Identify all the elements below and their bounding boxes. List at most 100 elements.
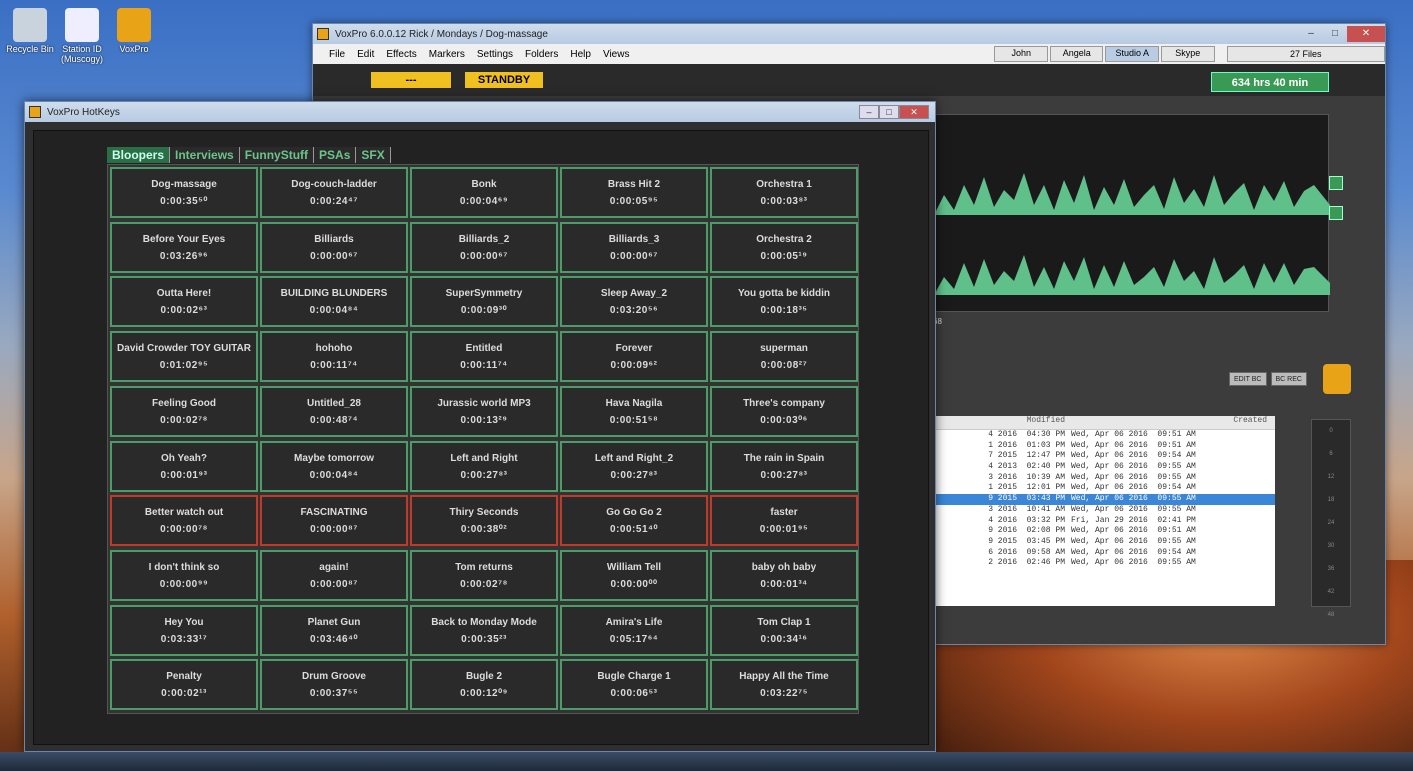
taskbar[interactable] bbox=[0, 752, 1413, 771]
hotkey-cell[interactable]: Dog-massage 0:00:35⁵⁰ bbox=[110, 167, 258, 218]
hotkey-cell[interactable]: Maybe tomorrow 0:00:04⁸⁴ bbox=[260, 440, 408, 492]
voxpro-shortcut[interactable]: VoxPro bbox=[104, 8, 164, 54]
tab-bloopers[interactable]: Bloopers bbox=[107, 147, 171, 163]
hotkey-cell[interactable]: Outta Here! 0:00:02⁶³ bbox=[110, 276, 258, 328]
hotkey-cell[interactable]: Tom Clap 1 0:00:34¹⁶ bbox=[710, 604, 858, 656]
hotkey-cell[interactable]: Left and Right 0:00:27⁸³ bbox=[410, 440, 558, 492]
minimize-button[interactable]: – bbox=[1299, 26, 1323, 42]
column-modified[interactable]: Modified bbox=[935, 416, 1071, 429]
bc-rec-button[interactable]: BC REC bbox=[1270, 372, 1307, 386]
hotkey-cell[interactable]: David Crowder TOY GUITAR 0:01:02⁹⁵ bbox=[110, 331, 258, 383]
column-created[interactable]: Created bbox=[1071, 416, 1271, 429]
hotkey-cell[interactable]: Before Your Eyes 0:03:26⁹⁶ bbox=[110, 221, 258, 273]
hotkey-cell[interactable]: Hava Nagila 0:00:51⁵⁸ bbox=[560, 385, 708, 437]
table-row[interactable]: 4 2016 03:32 PM Fri, Jan 29 2016 02:41 PM bbox=[935, 516, 1275, 527]
hotkey-cell[interactable]: Entitled 0:00:11⁷⁴ bbox=[410, 331, 558, 383]
recycle-bin-shortcut[interactable]: Recycle Bin bbox=[0, 8, 60, 54]
hotkey-cell[interactable]: Orchestra 1 0:00:03⁸³ bbox=[710, 167, 858, 218]
hotkey-cell[interactable]: Dog-couch-ladder 0:00:24⁴⁷ bbox=[260, 167, 408, 218]
hotkeys-title-bar[interactable]: VoxPro HotKeys – □ ✕ bbox=[25, 102, 935, 122]
hotkey-cell[interactable]: Billiards_2 0:00:00⁶⁷ bbox=[410, 221, 558, 273]
hotkey-cell[interactable]: You gotta be kiddin 0:00:18³⁵ bbox=[710, 276, 858, 328]
hotkey-cell[interactable]: faster 0:00:01⁹⁵ bbox=[710, 495, 858, 547]
tab-sfx[interactable]: SFX bbox=[356, 147, 391, 163]
tab-funnystuff[interactable]: FunnyStuff bbox=[239, 147, 315, 163]
hotkey-cell[interactable]: Amira's Life 0:05:17⁶⁴ bbox=[560, 604, 708, 656]
hotkey-cell[interactable]: FASCINATING 0:00:00⁸⁷ bbox=[260, 495, 408, 547]
zoom-in-button[interactable] bbox=[1329, 176, 1343, 190]
table-row[interactable]: 6 2016 09:58 AM Wed, Apr 06 2016 09:54 AM bbox=[935, 548, 1275, 559]
table-row[interactable]: 9 2015 03:43 PM Wed, Apr 06 2016 09:55 AM bbox=[935, 494, 1275, 505]
file-table[interactable]: Modified Created 4 2016 04:30 PM Wed, Apr … bbox=[935, 416, 1275, 606]
menu-settings[interactable]: Settings bbox=[477, 49, 513, 60]
hotkey-cell[interactable]: hohoho 0:00:11⁷⁴ bbox=[260, 331, 408, 383]
maximize-button[interactable]: □ bbox=[1323, 26, 1347, 42]
menu-effects[interactable]: Effects bbox=[386, 49, 416, 60]
table-row[interactable]: 1 2016 01:03 PM Wed, Apr 06 2016 09:51 AM bbox=[935, 441, 1275, 452]
table-row[interactable]: 7 2015 12:47 PM Wed, Apr 06 2016 09:54 AM bbox=[935, 451, 1275, 462]
hotkey-cell[interactable]: superman 0:00:08²⁷ bbox=[710, 331, 858, 383]
table-row[interactable]: 4 2013 02:40 PM Wed, Apr 06 2016 09:55 AM bbox=[935, 462, 1275, 473]
hotkey-cell[interactable]: Better watch out 0:00:00⁷⁸ bbox=[110, 495, 258, 547]
hotkey-cell[interactable]: SuperSymmetry 0:00:09³⁰ bbox=[410, 276, 558, 328]
menu-views[interactable]: Views bbox=[603, 49, 630, 60]
hotkey-cell[interactable]: again! 0:00:00⁸⁷ bbox=[260, 549, 408, 601]
hotkey-cell[interactable]: Oh Yeah? 0:00:01⁹³ bbox=[110, 440, 258, 492]
tab-interviews[interactable]: Interviews bbox=[170, 147, 240, 163]
hotkey-cell[interactable]: The rain in Spain 0:00:27⁸³ bbox=[710, 440, 858, 492]
hotkey-cell[interactable]: Planet Gun 0:03:46⁴⁰ bbox=[260, 604, 408, 656]
hotkey-cell[interactable]: Feeling Good 0:00:02⁷⁸ bbox=[110, 385, 258, 437]
hotkeys-maximize-button[interactable]: □ bbox=[879, 105, 899, 119]
microphone-icon[interactable] bbox=[1322, 364, 1351, 394]
hotkey-cell[interactable]: Billiards_3 0:00:00⁶⁷ bbox=[560, 221, 708, 273]
user-button-skype[interactable]: Skype bbox=[1161, 46, 1215, 62]
hotkey-cell[interactable]: Orchestra 2 0:00:05¹⁹ bbox=[710, 221, 858, 273]
table-row[interactable]: 3 2016 10:39 AM Wed, Apr 06 2016 09:55 AM bbox=[935, 473, 1275, 484]
hotkeys-close-button[interactable]: ✕ bbox=[899, 105, 929, 119]
hotkey-cell[interactable]: Bonk 0:00:04⁶⁹ bbox=[410, 167, 558, 218]
edit-bc-button[interactable]: EDIT BC bbox=[1229, 372, 1267, 386]
table-row[interactable]: 1 2015 12:01 PM Wed, Apr 06 2016 09:54 AM bbox=[935, 483, 1275, 494]
menu-file[interactable]: File bbox=[329, 49, 345, 60]
table-row[interactable]: 3 2016 10:41 AM Wed, Apr 06 2016 09:55 AM bbox=[935, 505, 1275, 516]
hotkey-cell[interactable]: Brass Hit 2 0:00:05⁹⁵ bbox=[560, 167, 708, 218]
hotkey-cell[interactable]: Untitled_28 0:00:48⁷⁴ bbox=[260, 385, 408, 437]
hotkey-cell[interactable]: Drum Groove 0:00:37⁵⁵ bbox=[260, 659, 408, 711]
hotkey-cell[interactable]: Tom returns 0:00:02⁷⁸ bbox=[410, 549, 558, 601]
station-id-shortcut[interactable]: Station ID (Muscogy) bbox=[52, 8, 112, 64]
table-row[interactable]: 2 2016 02:46 PM Wed, Apr 06 2016 09:55 AM bbox=[935, 558, 1275, 569]
main-title-bar[interactable]: VoxPro 6.0.0.12 Rick / Mondays / Dog-mas… bbox=[313, 24, 1385, 44]
waveform-panel[interactable] bbox=[933, 114, 1330, 312]
hotkey-cell[interactable]: Bugle 2 0:00:12⁰⁹ bbox=[410, 659, 558, 711]
close-button[interactable]: ✕ bbox=[1347, 26, 1385, 42]
hotkey-cell[interactable]: Thiry Seconds 0:00:38⁰² bbox=[410, 495, 558, 547]
menu-folders[interactable]: Folders bbox=[525, 49, 558, 60]
hotkey-cell[interactable]: I don't think so 0:00:00⁹⁹ bbox=[110, 549, 258, 601]
table-row[interactable]: 9 2015 03:45 PM Wed, Apr 06 2016 09:55 AM bbox=[935, 537, 1275, 548]
hotkey-cell[interactable]: William Tell 0:00:00⁰⁰ bbox=[560, 549, 708, 601]
hotkey-cell[interactable]: Go Go Go 2 0:00:51⁴⁰ bbox=[560, 495, 708, 547]
hotkey-cell[interactable]: Billiards 0:00:00⁶⁷ bbox=[260, 221, 408, 273]
hotkey-cell[interactable]: Happy All the Time 0:03:22⁷⁵ bbox=[710, 659, 858, 711]
hotkey-cell[interactable]: Three's company 0:00:03⁰⁶ bbox=[710, 385, 858, 437]
hotkey-cell[interactable]: Back to Monday Mode 0:00:35²³ bbox=[410, 604, 558, 656]
hotkeys-minimize-button[interactable]: – bbox=[859, 105, 879, 119]
zoom-out-button[interactable] bbox=[1329, 206, 1343, 220]
hotkey-cell[interactable]: Left and Right_2 0:00:27⁸³ bbox=[560, 440, 708, 492]
user-button-john[interactable]: John bbox=[994, 46, 1048, 62]
hotkey-cell[interactable]: Bugle Charge 1 0:00:06⁵³ bbox=[560, 659, 708, 711]
tab-psas[interactable]: PSAs bbox=[314, 147, 357, 163]
hotkey-cell[interactable]: baby oh baby 0:00:01³⁴ bbox=[710, 549, 858, 601]
hotkey-cell[interactable]: Jurassic world MP3 0:00:13²⁹ bbox=[410, 385, 558, 437]
menu-markers[interactable]: Markers bbox=[429, 49, 465, 60]
table-row[interactable]: 9 2016 02:08 PM Wed, Apr 06 2016 09:51 AM bbox=[935, 526, 1275, 537]
table-row[interactable]: 4 2016 04:30 PM Wed, Apr 06 2016 09:51 AM bbox=[935, 430, 1275, 441]
user-button-angela[interactable]: Angela bbox=[1049, 46, 1104, 62]
hotkey-cell[interactable]: Penalty 0:00:02¹³ bbox=[110, 659, 258, 711]
hotkey-cell[interactable]: Hey You 0:03:33¹⁷ bbox=[110, 604, 258, 656]
user-button-studio-a[interactable]: Studio A bbox=[1105, 46, 1159, 62]
hotkey-cell[interactable]: Forever 0:00:09⁶² bbox=[560, 331, 708, 383]
menu-help[interactable]: Help bbox=[570, 49, 591, 60]
hotkey-cell[interactable]: BUILDING BLUNDERS 0:00:04⁸⁴ bbox=[260, 276, 408, 328]
menu-edit[interactable]: Edit bbox=[357, 49, 374, 60]
